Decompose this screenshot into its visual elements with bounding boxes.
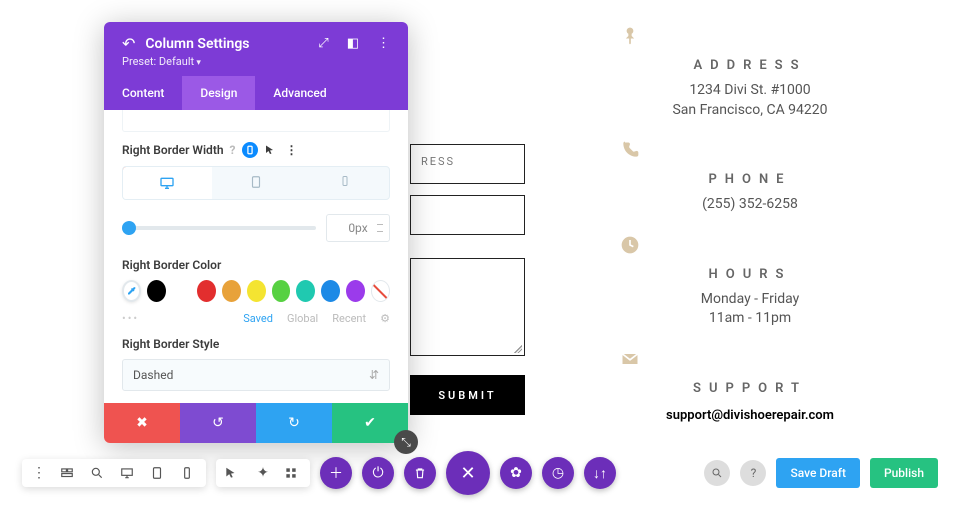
publish-button[interactable]: Publish bbox=[870, 458, 938, 488]
device-phone[interactable] bbox=[300, 167, 389, 199]
hours-heading: HOURS bbox=[620, 267, 880, 282]
modal-title: Column Settings bbox=[145, 36, 318, 52]
swatch-blue[interactable] bbox=[321, 280, 340, 302]
wireframe-icon[interactable] bbox=[60, 466, 78, 480]
option-dots-icon[interactable]: ⋮ bbox=[286, 143, 298, 157]
swatch-none[interactable] bbox=[371, 280, 390, 302]
border-width-input[interactable]: 0px bbox=[326, 214, 390, 242]
responsive-device-toggle: 1 bbox=[122, 166, 390, 200]
toolbar-group-middle: ✦ bbox=[216, 459, 310, 487]
view-tablet-icon[interactable] bbox=[150, 466, 168, 480]
hours-text: Monday - Friday11am - 11pm bbox=[620, 290, 880, 329]
redo-button[interactable]: ↻ bbox=[256, 403, 332, 443]
settings-button[interactable]: ✿ bbox=[500, 457, 532, 489]
builder-toolbar: ⋮ ✦ ＋ ⏻ ✕ ✿ ◷ ↓↑ ? Save D bbox=[22, 451, 938, 495]
close-builder-button[interactable]: ✕ bbox=[446, 451, 490, 495]
palette-tab-global[interactable]: Global bbox=[287, 312, 318, 325]
sort-button[interactable]: ↓↑ bbox=[584, 457, 616, 489]
help-icon[interactable]: ? bbox=[230, 143, 236, 157]
phone-heading: PHONE bbox=[620, 172, 880, 187]
pin-icon bbox=[620, 26, 880, 46]
device-tablet[interactable] bbox=[212, 167, 301, 199]
form-field[interactable] bbox=[410, 195, 525, 235]
phone-icon bbox=[620, 140, 880, 160]
swatch-amber[interactable] bbox=[222, 280, 241, 302]
support-heading: SUPPORT bbox=[620, 381, 880, 396]
save-draft-button[interactable]: Save Draft bbox=[776, 458, 860, 488]
back-icon[interactable]: ↶ bbox=[122, 34, 135, 53]
help-fab[interactable]: ? bbox=[740, 460, 766, 486]
panel-icon[interactable]: ◧ bbox=[347, 36, 359, 51]
power-button[interactable]: ⏻ bbox=[362, 457, 394, 489]
grid-mode-icon[interactable] bbox=[284, 466, 302, 480]
eyedropper-button[interactable] bbox=[122, 280, 141, 302]
border-width-label: Right Border Width ? ⋮ bbox=[122, 142, 390, 158]
mail-icon bbox=[620, 349, 880, 369]
more-colors-icon[interactable]: ••• bbox=[122, 312, 139, 325]
column-settings-modal: ↶ Column Settings ⤢ ◧ ⋮ Preset: Default … bbox=[104, 22, 408, 443]
color-swatches bbox=[122, 280, 390, 302]
palette-tab-saved[interactable]: Saved bbox=[243, 312, 273, 325]
undo-button[interactable]: ↺ bbox=[180, 403, 256, 443]
support-email-link[interactable]: support@divishoerepair.com bbox=[666, 408, 834, 423]
contact-column: ADDRESS 1234 Divi St. #1000San Francisco… bbox=[620, 26, 880, 423]
form-textarea[interactable] bbox=[410, 258, 525, 356]
history-button[interactable]: ◷ bbox=[542, 457, 574, 489]
expand-icon[interactable]: ⤢ bbox=[318, 36, 328, 51]
border-color-label: Right Border Color bbox=[122, 258, 390, 272]
modal-actions: ✖ ↺ ↻ ✔ bbox=[104, 403, 408, 443]
view-desktop-icon[interactable] bbox=[120, 466, 138, 480]
view-phone-icon[interactable] bbox=[180, 466, 198, 480]
modal-tabs: Content Design Advanced bbox=[104, 76, 408, 110]
cancel-button[interactable]: ✖ bbox=[104, 403, 180, 443]
border-style-label: Right Border Style bbox=[122, 337, 390, 351]
swatch-green[interactable] bbox=[272, 280, 291, 302]
clock-icon bbox=[620, 235, 880, 255]
palette-tab-recent[interactable]: Recent bbox=[332, 312, 366, 325]
swatch-white[interactable] bbox=[172, 280, 191, 302]
swatch-teal[interactable] bbox=[296, 280, 315, 302]
address-text: 1234 Divi St. #1000San Francisco, CA 942… bbox=[620, 81, 880, 120]
address-heading: ADDRESS bbox=[620, 58, 880, 73]
collapsed-section bbox=[122, 110, 390, 132]
tab-content[interactable]: Content bbox=[104, 76, 182, 110]
trash-button[interactable] bbox=[404, 457, 436, 489]
border-style-select[interactable]: Dashed ⇵ bbox=[122, 359, 390, 391]
swatch-black[interactable] bbox=[147, 280, 166, 302]
search-fab[interactable] bbox=[704, 460, 730, 486]
border-style-value: Dashed bbox=[133, 368, 173, 382]
menu-icon[interactable]: ⋮ bbox=[30, 465, 48, 481]
slider-knob[interactable] bbox=[122, 221, 136, 235]
tab-advanced[interactable]: Advanced bbox=[255, 76, 344, 110]
cursor-icon[interactable] bbox=[264, 144, 276, 156]
preset-dropdown[interactable]: Preset: Default bbox=[122, 55, 390, 68]
placeholder-fragment: RESS bbox=[421, 155, 455, 168]
hover-mode-icon[interactable]: ✦ bbox=[254, 465, 272, 481]
device-phone-icon[interactable] bbox=[242, 142, 258, 158]
swatch-yellow[interactable] bbox=[247, 280, 266, 302]
submit-button[interactable]: SUBMIT bbox=[410, 375, 525, 415]
toolbar-group-left: ⋮ bbox=[22, 459, 206, 487]
add-button[interactable]: ＋ bbox=[320, 457, 352, 489]
select-chevron-icon: ⇵ bbox=[369, 368, 379, 382]
device-desktop[interactable] bbox=[123, 167, 212, 199]
more-icon[interactable]: ⋮ bbox=[377, 36, 390, 51]
tab-design[interactable]: Design bbox=[182, 76, 255, 110]
palette-settings-icon[interactable]: ⚙ bbox=[380, 312, 390, 325]
swatch-purple[interactable] bbox=[346, 280, 365, 302]
swatch-red[interactable] bbox=[197, 280, 216, 302]
click-mode-icon[interactable] bbox=[224, 466, 242, 480]
zoom-icon[interactable] bbox=[90, 466, 108, 480]
modal-header: ↶ Column Settings ⤢ ◧ ⋮ Preset: Default bbox=[104, 22, 408, 76]
phone-text: (255) 352-6258 bbox=[620, 195, 880, 215]
form-email-field[interactable]: RESS bbox=[410, 144, 525, 184]
border-width-slider[interactable] bbox=[122, 226, 316, 230]
